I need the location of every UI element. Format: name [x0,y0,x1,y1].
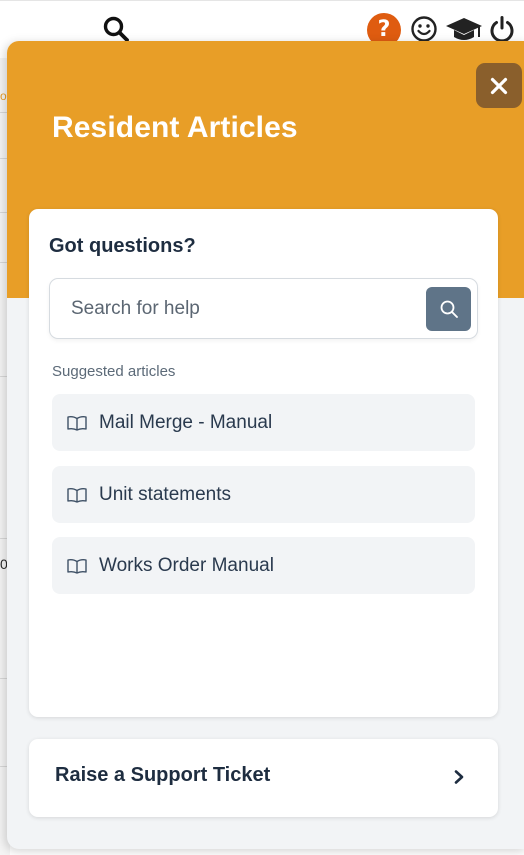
article-label: Works Order Manual [99,554,274,576]
help-card: Got questions? Suggested articles Mail M… [29,209,498,717]
article-label: Unit statements [99,483,231,505]
search-icon [440,300,458,318]
article-item[interactable]: Unit statements [52,466,475,523]
close-icon [490,77,508,94]
book-icon [67,487,87,503]
article-item[interactable]: Mail Merge - Manual [52,394,475,451]
book-icon [67,558,87,574]
article-label: Mail Merge - Manual [99,411,273,433]
help-panel: Resident Articles Got questions? Suggest… [7,41,524,849]
chevron-right-icon [454,770,464,784]
close-button[interactable] [476,63,522,108]
search-box [49,278,478,339]
article-item[interactable]: Works Order Manual [52,537,475,594]
raise-support-ticket-button[interactable]: Raise a Support Ticket [29,739,498,817]
panel-title: Resident Articles [52,111,298,144]
search-input[interactable] [51,280,421,337]
book-icon [67,415,87,431]
suggested-articles-label: Suggested articles [52,363,176,380]
support-ticket-label: Raise a Support Ticket [55,764,271,786]
search-button[interactable] [426,287,471,331]
card-heading: Got questions? [49,235,196,257]
background-text-fragment: o [0,89,7,103]
